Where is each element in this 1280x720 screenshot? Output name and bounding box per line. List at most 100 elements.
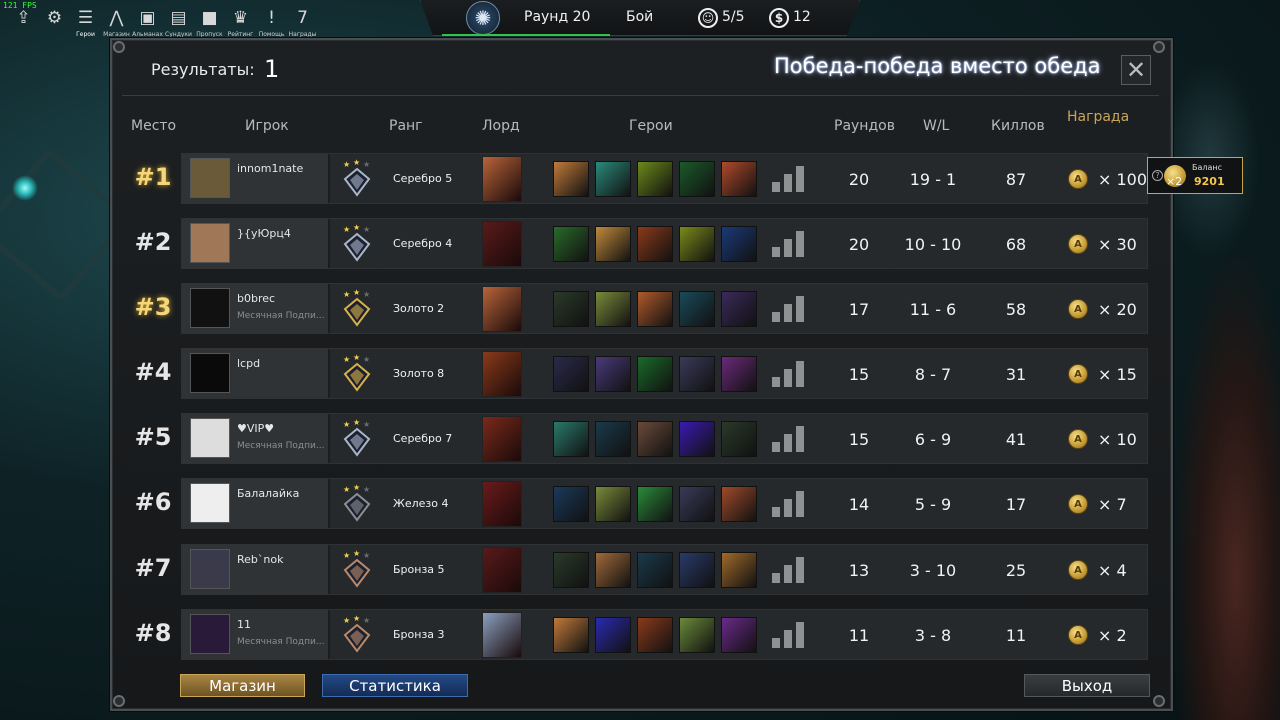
hero-portrait[interactable] [721,291,757,327]
kills-value: 11 [1005,626,1027,645]
hero-portrait[interactable] [721,552,757,588]
background-glow [12,175,38,201]
hero-portrait[interactable] [721,486,757,522]
lord-portrait[interactable] [482,612,522,658]
player-name: innom1nate [237,162,304,175]
hero-portrait[interactable] [595,617,631,653]
hero-portrait[interactable] [721,226,757,262]
player-name: b0brec [237,292,276,305]
player-cell[interactable]: ♥VIP♥ Месячная Подпи... [182,414,330,463]
hero-portrait[interactable] [721,356,757,392]
table-row[interactable]: Reb`nok ★ ★ ★ Бронза 5 13 3 - 10 25 A × … [181,544,1148,595]
hero-portrait[interactable] [595,356,631,392]
svg-text:★: ★ [363,551,370,560]
hero-portrait[interactable] [553,486,589,522]
player-cell[interactable]: b0brec Месячная Подпи... [182,284,330,333]
background-tree [1170,240,1280,720]
table-row[interactable]: lcpd ★ ★ ★ Золото 8 15 8 - 7 31 A × 15 [181,348,1148,399]
hero-portrait[interactable] [721,617,757,653]
lord-portrait[interactable] [482,286,522,332]
hero-portrait[interactable] [553,161,589,197]
hero-portrait[interactable] [679,226,715,262]
rank-badge-icon: ★ ★ ★ [343,614,371,653]
hero-portrait[interactable] [637,552,673,588]
lord-portrait[interactable] [482,221,522,267]
hero-portrait[interactable] [679,486,715,522]
hero-portrait[interactable] [637,291,673,327]
hero-portrait[interactable] [721,161,757,197]
hero-portrait[interactable] [721,421,757,457]
hero-portrait[interactable] [679,291,715,327]
nav-upload[interactable]: ⇪ [8,8,39,38]
wl-value: 6 - 9 [914,430,952,449]
avatar [190,288,230,328]
hero-portrait[interactable] [637,356,673,392]
lord-portrait[interactable] [482,351,522,397]
hero-portrait[interactable] [553,291,589,327]
player-cell[interactable]: innom1nate [182,154,330,203]
lord-portrait[interactable] [482,481,522,527]
hero-portrait[interactable] [637,226,673,262]
nav-gear[interactable]: ⚙ [39,8,70,38]
player-cell[interactable]: 11 Месячная Подпи... [182,610,330,659]
exit-button[interactable]: Выход [1024,674,1150,697]
hero-portrait[interactable] [595,226,631,262]
col-wl: W/L [923,118,950,134]
hero-portrait[interactable] [637,617,673,653]
table-row[interactable]: innom1nate ★ ★ ★ Серебро 5 20 19 - 1 87 … [181,153,1148,204]
hero-portrait[interactable] [637,486,673,522]
table-row[interactable]: b0brec Месячная Подпи... ★ ★ ★ Золото 2 … [181,283,1148,334]
player-cell[interactable]: }{уЮрц4 [182,219,330,268]
hero-portrait[interactable] [553,226,589,262]
nav-rewards[interactable]: 7 Награды [287,8,318,38]
hero-portrait[interactable] [595,161,631,197]
hero-portrait[interactable] [595,552,631,588]
player-cell[interactable]: Reb`nok [182,545,330,594]
table-row[interactable]: ♥VIP♥ Месячная Подпи... ★ ★ ★ Серебро 7 … [181,413,1148,464]
hero-portrait[interactable] [679,161,715,197]
close-button[interactable]: ✕ [1121,55,1151,85]
hero-portrait[interactable] [679,421,715,457]
hero-lineup [553,617,757,653]
player-cell[interactable]: Балалайка [182,479,330,528]
hero-portrait[interactable] [679,356,715,392]
hero-portrait[interactable] [679,552,715,588]
stats-button[interactable]: Статистика [322,674,468,697]
lord-portrait[interactable] [482,156,522,202]
table-row[interactable]: Балалайка ★ ★ ★ Железо 4 14 5 - 9 17 A ×… [181,478,1148,529]
signal-bars-icon [772,557,806,583]
help-icon[interactable]: ? [1152,170,1163,181]
shop-button[interactable]: Магазин [180,674,305,697]
hero-portrait[interactable] [595,486,631,522]
hero-portrait[interactable] [679,617,715,653]
nav-shop[interactable]: ⋀ Магазин [101,8,132,38]
table-row[interactable]: 11 Месячная Подпи... ★ ★ ★ Бронза 3 11 3… [181,609,1148,660]
round-progress [442,34,610,36]
reward-value: × 7 [1098,495,1127,514]
nav-chest[interactable]: ▤ Сундуки [163,8,194,38]
table-row[interactable]: }{уЮрц4 ★ ★ ★ Серебро 4 20 10 - 10 68 A … [181,218,1148,269]
nav-trophy[interactable]: ♛ Рейтинг [225,8,256,38]
lord-portrait[interactable] [482,547,522,593]
upload-icon: ⇪ [16,7,31,28]
pass-icon: ■ [201,7,218,28]
nav-almanac[interactable]: ▣ Альманах [132,8,163,38]
balance-tooltip: ? ×2 Баланс 9201 [1147,157,1243,194]
swirl-icon[interactable]: ✺ [466,1,500,35]
lord-portrait[interactable] [482,416,522,462]
nav-pass[interactable]: ■ Пропуск [194,8,225,38]
hero-portrait[interactable] [595,421,631,457]
hero-portrait[interactable] [637,421,673,457]
help-icon: ! [268,7,275,28]
hero-portrait[interactable] [553,356,589,392]
rounds-value: 17 [848,300,870,319]
player-cell[interactable]: lcpd [182,349,330,398]
top-nav: ⇪ ⚙ ☰ Герои ⋀ Магазин ▣ Альманах ▤ Сундуки ■ Пропус… [8,8,318,38]
hero-portrait[interactable] [595,291,631,327]
hero-portrait[interactable] [553,421,589,457]
hero-portrait[interactable] [553,552,589,588]
nav-help[interactable]: ! Помощь [256,8,287,38]
hero-portrait[interactable] [637,161,673,197]
hero-portrait[interactable] [553,617,589,653]
nav-heroes[interactable]: ☰ Герои [70,8,101,38]
